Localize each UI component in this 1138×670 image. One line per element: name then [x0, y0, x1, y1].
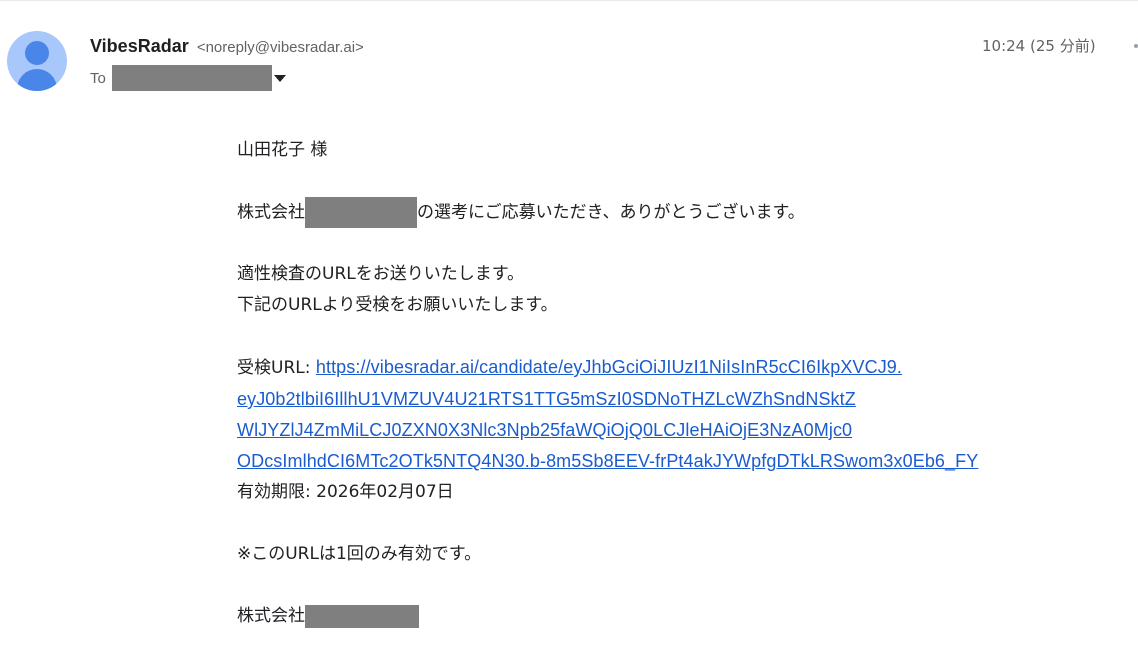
sender-name[interactable]: VibesRadar: [90, 36, 189, 56]
thanks-line: 株式会社 の選考にご応募いただき、ありがとうございます。: [237, 197, 805, 229]
url-line-2: eyJ0b2tlbiI6IllhU1VMZUV4U21RTS1TTG5mSzI0…: [237, 384, 856, 415]
signature-prefix: 株式会社: [237, 606, 305, 626]
url-line-3: WlJYZlJ4ZmMiLCJ0ZXN0X3Nlc3Npb25faWQiOjQ0…: [237, 415, 852, 446]
sender-avatar[interactable]: [7, 31, 67, 91]
url-line-4: ODcsImlhdCI6MTc2OTk5NTQ4N30.b-8m5Sb8EEV-…: [237, 446, 978, 477]
exam-url-link-part-1[interactable]: https://vibesradar.ai/candidate/eyJhbGci…: [316, 357, 902, 377]
to-label: To: [90, 69, 106, 87]
thanks-prefix: 株式会社: [237, 202, 305, 223]
url-label: 受検URL:: [237, 358, 316, 378]
sender-line: VibesRadar <noreply@vibesradar.ai>: [90, 34, 364, 60]
sender-email: <noreply@vibesradar.ai>: [196, 39, 364, 56]
recipient-line: To: [90, 65, 286, 91]
redacted-company-name: [305, 197, 417, 228]
exam-url-link-part-4[interactable]: ODcsImlhdCI6MTc2OTk5NTQ4N30.b-8m5Sb8EEV-…: [237, 451, 978, 471]
exam-url-link-part-2[interactable]: eyJ0b2tlbiI6IllhU1VMZUV4U21RTS1TTG5mSzI0…: [237, 389, 856, 409]
top-divider: [0, 0, 1138, 1]
signature-line: 株式会社: [237, 601, 419, 632]
thanks-suffix: の選考にご応募いただき、ありがとうございます。: [417, 202, 805, 223]
exam-url-link-part-3[interactable]: WlJYZlJ4ZmMiLCJ0ZXN0X3Nlc3Npb25faWQiOjQ0…: [237, 420, 852, 440]
recipient-details-dropdown-icon[interactable]: [274, 74, 286, 82]
avatar-person-icon: [25, 41, 49, 65]
email-timestamp: 10:24 (25 分前): [982, 37, 1096, 55]
note-line: ※このURLは1回のみ有効です。: [237, 544, 482, 564]
url-send-line: 適性検査のURLをお送りいたします。: [237, 264, 525, 284]
request-line: 下記のURLより受検をお願いいたします。: [237, 295, 558, 315]
avatar-person-body: [17, 69, 57, 91]
redacted-recipient: [112, 65, 272, 91]
url-line-1: 受検URL: https://vibesradar.ai/candidate/e…: [237, 352, 902, 384]
more-options-icon[interactable]: [1134, 44, 1138, 48]
greeting-line: 山田花子 様: [237, 140, 328, 160]
redacted-signature-company: [305, 604, 419, 628]
expiry-line: 有効期限: 2026年02月07日: [237, 482, 454, 502]
